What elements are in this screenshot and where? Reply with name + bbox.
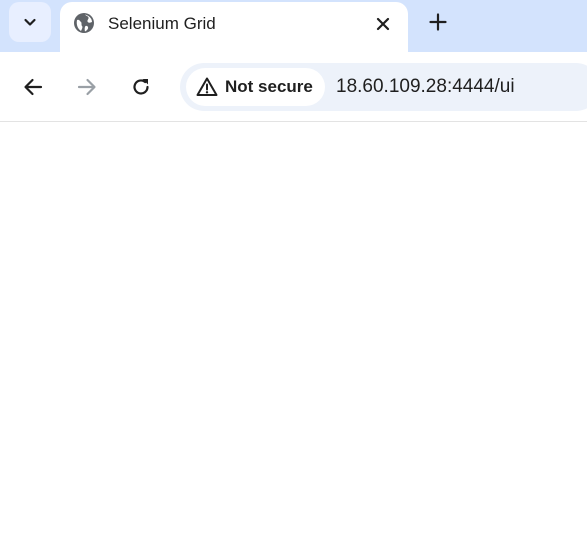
address-bar[interactable]: Not secure 18.60.109.28:4444/ui [180, 63, 587, 111]
arrow-right-icon [77, 78, 96, 96]
globe-icon [73, 12, 95, 34]
browser-window: Selenium Grid Not secure 18.60.109.28:44… [0, 0, 587, 553]
tab-search-button[interactable] [9, 2, 51, 42]
security-indicator[interactable]: Not secure [186, 68, 325, 106]
back-button[interactable] [17, 71, 49, 103]
tab-title: Selenium Grid [108, 14, 216, 33]
forward-button[interactable] [71, 71, 103, 103]
page-content [0, 122, 587, 553]
chevron-down-icon [24, 18, 36, 26]
tab-active[interactable]: Selenium Grid [60, 2, 408, 54]
arrow-left-icon [24, 78, 43, 96]
new-tab-button[interactable] [424, 8, 452, 36]
tab-strip: Selenium Grid [0, 0, 587, 54]
url-text[interactable]: 18.60.109.28:4444/ui [336, 76, 515, 98]
toolbar: Not secure 18.60.109.28:4444/ui [0, 52, 587, 122]
tab-close-button[interactable] [370, 11, 396, 37]
plus-icon [429, 13, 447, 31]
close-icon [376, 17, 390, 31]
reload-icon [133, 79, 149, 95]
reload-button[interactable] [125, 71, 157, 103]
security-label: Not secure [225, 77, 313, 96]
warning-triangle-icon [196, 76, 218, 98]
